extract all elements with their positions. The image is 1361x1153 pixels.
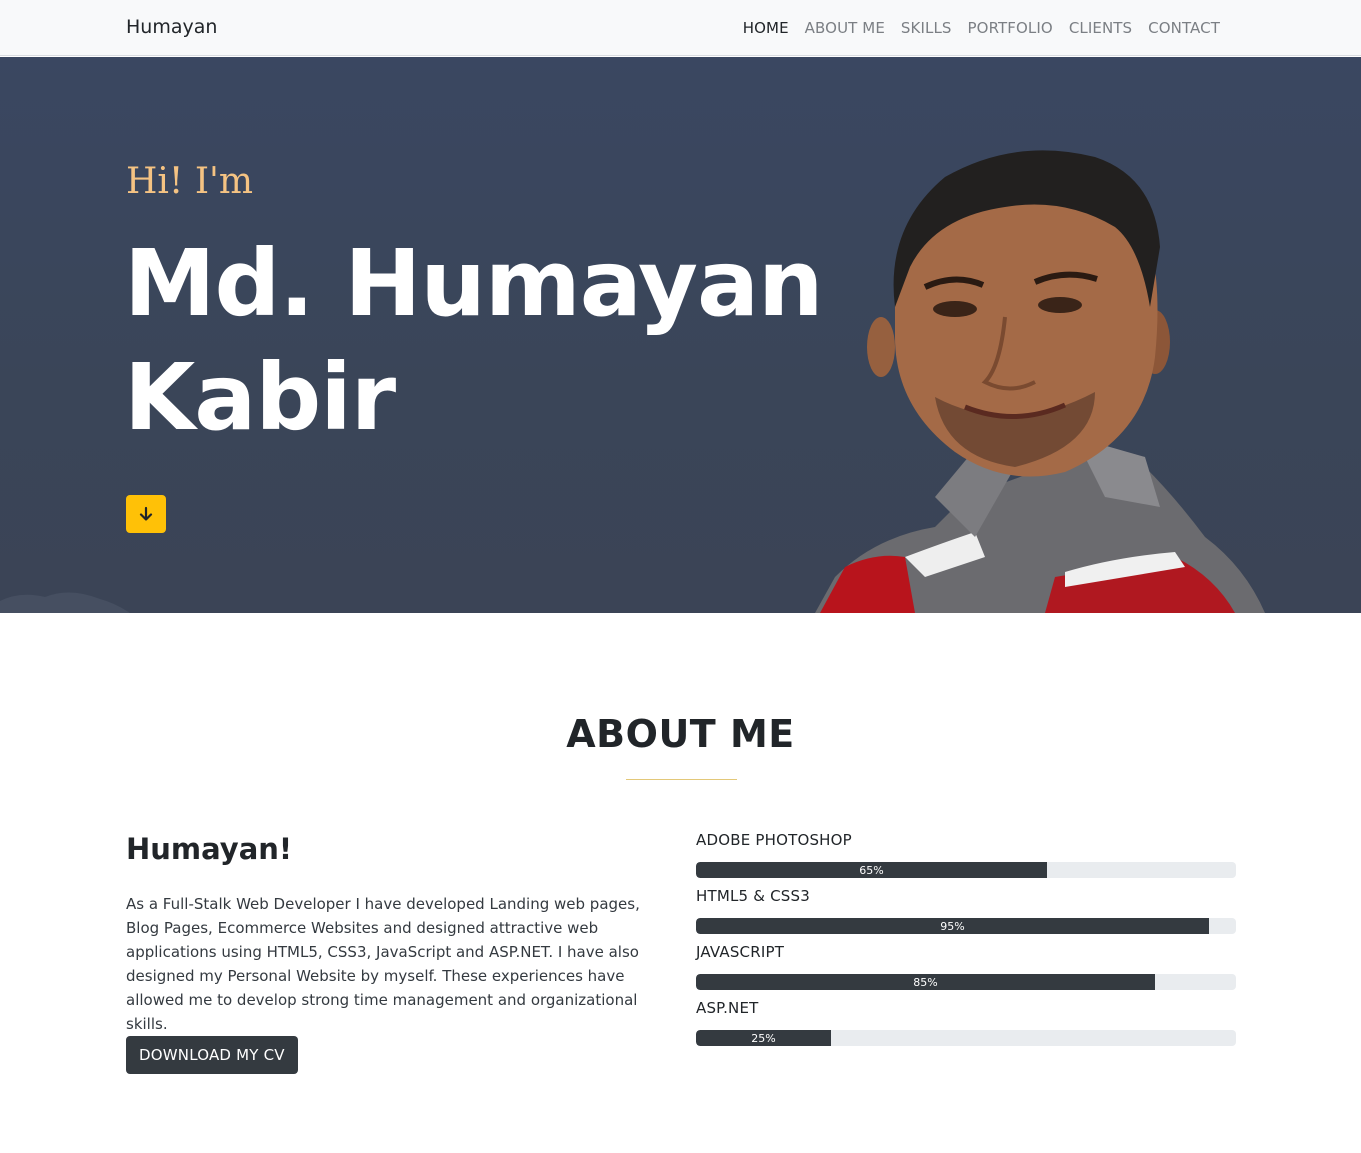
- nav-link-portfolio[interactable]: PORTFOLIO: [960, 19, 1061, 37]
- skill-progress-fill: 65%: [696, 862, 1047, 878]
- hero-greeting: Hi! I'm: [126, 161, 254, 202]
- skill-name: ADOBE PHOTOSHOP: [696, 831, 852, 849]
- skill-name: ASP.NET: [696, 999, 759, 1017]
- skill-progress-bar: 95%: [696, 918, 1236, 934]
- hero-name-line2: Kabir: [124, 344, 396, 451]
- skill-item: ASP.NET 25%: [696, 999, 1236, 1055]
- skill-progress-fill: 85%: [696, 974, 1155, 990]
- section-title-about: ABOUT ME: [566, 712, 795, 756]
- skill-progress-bar: 85%: [696, 974, 1236, 990]
- nav-link-skills[interactable]: SKILLS: [893, 19, 960, 37]
- about-heading: Humayan!: [126, 832, 293, 866]
- title-divider: [626, 779, 737, 780]
- skill-progress-fill: 95%: [696, 918, 1209, 934]
- arrow-down-icon: [139, 506, 153, 521]
- scroll-down-button[interactable]: [126, 495, 166, 533]
- nav-link-contact[interactable]: CONTACT: [1140, 19, 1228, 37]
- nav-menu: HOME ABOUT ME SKILLS PORTFOLIO CLIENTS C…: [735, 0, 1228, 56]
- skills-list: ADOBE PHOTOSHOP 65% HTML5 & CSS3 95% JAV…: [696, 831, 1236, 1055]
- hero-name: Md. Humayan Kabir: [124, 227, 824, 455]
- hero-name-line1: Md. Humayan: [124, 230, 824, 337]
- about-paragraph: As a Full-Stalk Web Developer I have dev…: [126, 895, 640, 1033]
- download-cv-button[interactable]: DOWNLOAD MY CV: [126, 1036, 298, 1074]
- navbar: Humayan HOME ABOUT ME SKILLS PORTFOLIO C…: [0, 0, 1361, 56]
- skill-name: JAVASCRIPT: [696, 943, 785, 961]
- skill-progress-bar: 25%: [696, 1030, 1236, 1046]
- profile-portrait: [815, 150, 1265, 613]
- brand-link[interactable]: Humayan: [126, 16, 217, 38]
- skill-item: JAVASCRIPT 85%: [696, 943, 1236, 999]
- skill-item: HTML5 & CSS3 95%: [696, 887, 1236, 943]
- hero-section: Hi! I'm Md. Humayan Kabir: [0, 57, 1361, 613]
- skill-item: ADOBE PHOTOSHOP 65%: [696, 831, 1236, 887]
- skill-progress-bar: 65%: [696, 862, 1236, 878]
- nav-link-about-me[interactable]: ABOUT ME: [797, 19, 893, 37]
- skill-progress-fill: 25%: [696, 1030, 831, 1046]
- hills-decoration: [0, 592, 130, 613]
- nav-link-home[interactable]: HOME: [735, 19, 797, 37]
- nav-link-clients[interactable]: CLIENTS: [1061, 19, 1140, 37]
- skill-name: HTML5 & CSS3: [696, 887, 810, 905]
